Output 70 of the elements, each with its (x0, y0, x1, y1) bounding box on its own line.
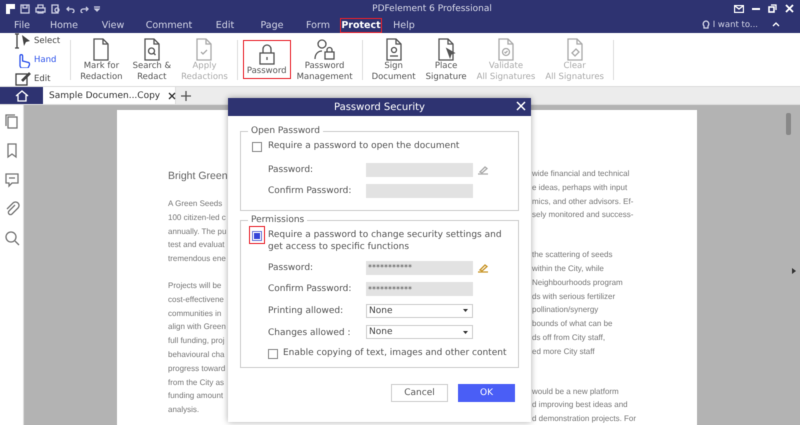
document-text-line: full funding, proj (168, 335, 224, 348)
document-text-line: ed more City staff (532, 346, 595, 358)
field-label: Confirm Password: (268, 186, 352, 196)
ribbon-button[interactable]: Mark for Redaction (76, 34, 127, 84)
group-title: Open Password (250, 126, 321, 136)
menu-tab[interactable]: Home (38, 18, 90, 32)
document-text-line: from the City as (168, 376, 224, 389)
document-text-line: analysis. (168, 404, 200, 416)
ribbon-button[interactable]: Search & Redact (128, 34, 176, 84)
document-text-line: d improving best ideas and (532, 399, 628, 412)
field-label: Password: (268, 164, 314, 175)
cancel-button[interactable]: Cancel (391, 384, 448, 402)
document-text-line: A Green Seeds (168, 198, 222, 210)
menu-tab[interactable]: View (90, 18, 136, 32)
document-text-line: sely monitored and success- (532, 209, 634, 222)
menu-tab[interactable]: Edit (202, 18, 248, 32)
tool-button[interactable]: Select (14, 32, 60, 49)
field-label: Changes allowed： (268, 326, 355, 339)
document-text-line: align with Green (168, 321, 226, 334)
ribbon-button[interactable]: Password Management (292, 34, 357, 84)
group-title: Permissions (250, 215, 306, 225)
ribbon-button[interactable]: Password (242, 40, 291, 79)
document-text-line: tremendous ene (168, 253, 226, 266)
menu-tab[interactable]: File (6, 18, 38, 32)
document-text-line: test and evaluat (168, 239, 224, 252)
dropdown[interactable]: None (366, 304, 473, 318)
document-text-line: cost-effectivene (168, 294, 224, 306)
tool-button[interactable]: Edit (14, 70, 60, 87)
document-text-line: Projects will be (168, 280, 222, 292)
password-field[interactable]: *********** (366, 260, 473, 275)
document-text-line: 100 citizen-led c (168, 212, 226, 224)
menu-tab[interactable]: Protect (340, 18, 382, 32)
document-text-line: communities in (168, 308, 222, 320)
document-text-line: d demonstration projects. For (532, 413, 636, 425)
document-text-line: Neighbourhoods program (532, 276, 623, 289)
search-field[interactable]: I want to... (712, 20, 758, 30)
window-title: PDFelement 6 Professional (372, 4, 492, 14)
field-label: Confirm Password: (268, 284, 352, 294)
document-text-line: ds with serious fertilizer (532, 290, 616, 303)
field-label: Password: (268, 262, 314, 273)
document-text-line: behavioural cha (168, 348, 224, 361)
document-text-line: the scattering of seeds (532, 249, 612, 262)
document-tab[interactable]: Sample Documen...Copy (43, 87, 176, 104)
field-label: Printing allowed: (268, 306, 344, 316)
document-text-line: mics, and other advisors. Ef- (532, 196, 634, 208)
document-text-line: wide financial and technical (532, 168, 630, 180)
document-text-line: progress toward (168, 362, 226, 375)
document-text-line: pollination/synergy (532, 304, 598, 316)
password-field[interactable]: *********** (366, 282, 473, 296)
document-text-line: e ideas, perhaps with input (532, 182, 628, 194)
menu-tab[interactable]: Help (382, 18, 426, 32)
document-text-line: bounds of what can be (532, 318, 613, 330)
checkbox-label: Require a password to open the document (268, 140, 460, 152)
document-text-line: annually. The pu (168, 226, 226, 238)
menu-tab[interactable]: Page (248, 18, 296, 32)
document-text-line: funding amount (168, 390, 224, 402)
ribbon-button[interactable]: Place Signature (422, 34, 471, 84)
tool-button[interactable]: Hand (14, 51, 60, 68)
menu-tab[interactable]: Form (296, 18, 340, 32)
ribbon-button[interactable]: Sign Document (368, 34, 420, 84)
ok-button[interactable]: OK (458, 384, 515, 402)
dialog-title: Password Security (334, 102, 425, 112)
document-text-line: within the City, while (532, 262, 604, 275)
document-text-line: ds off from City staff, (532, 332, 606, 344)
checkbox-label: Enable copying of text, images and other content (283, 348, 506, 358)
document-text-line: would be a new platform (532, 386, 619, 398)
dropdown[interactable]: None (366, 325, 473, 340)
checkbox-label: Require a password to change security settings and get access to specific functions (268, 229, 503, 253)
document-heading: Bright Green (168, 169, 228, 184)
menu-tab[interactable]: Comment (136, 18, 202, 32)
